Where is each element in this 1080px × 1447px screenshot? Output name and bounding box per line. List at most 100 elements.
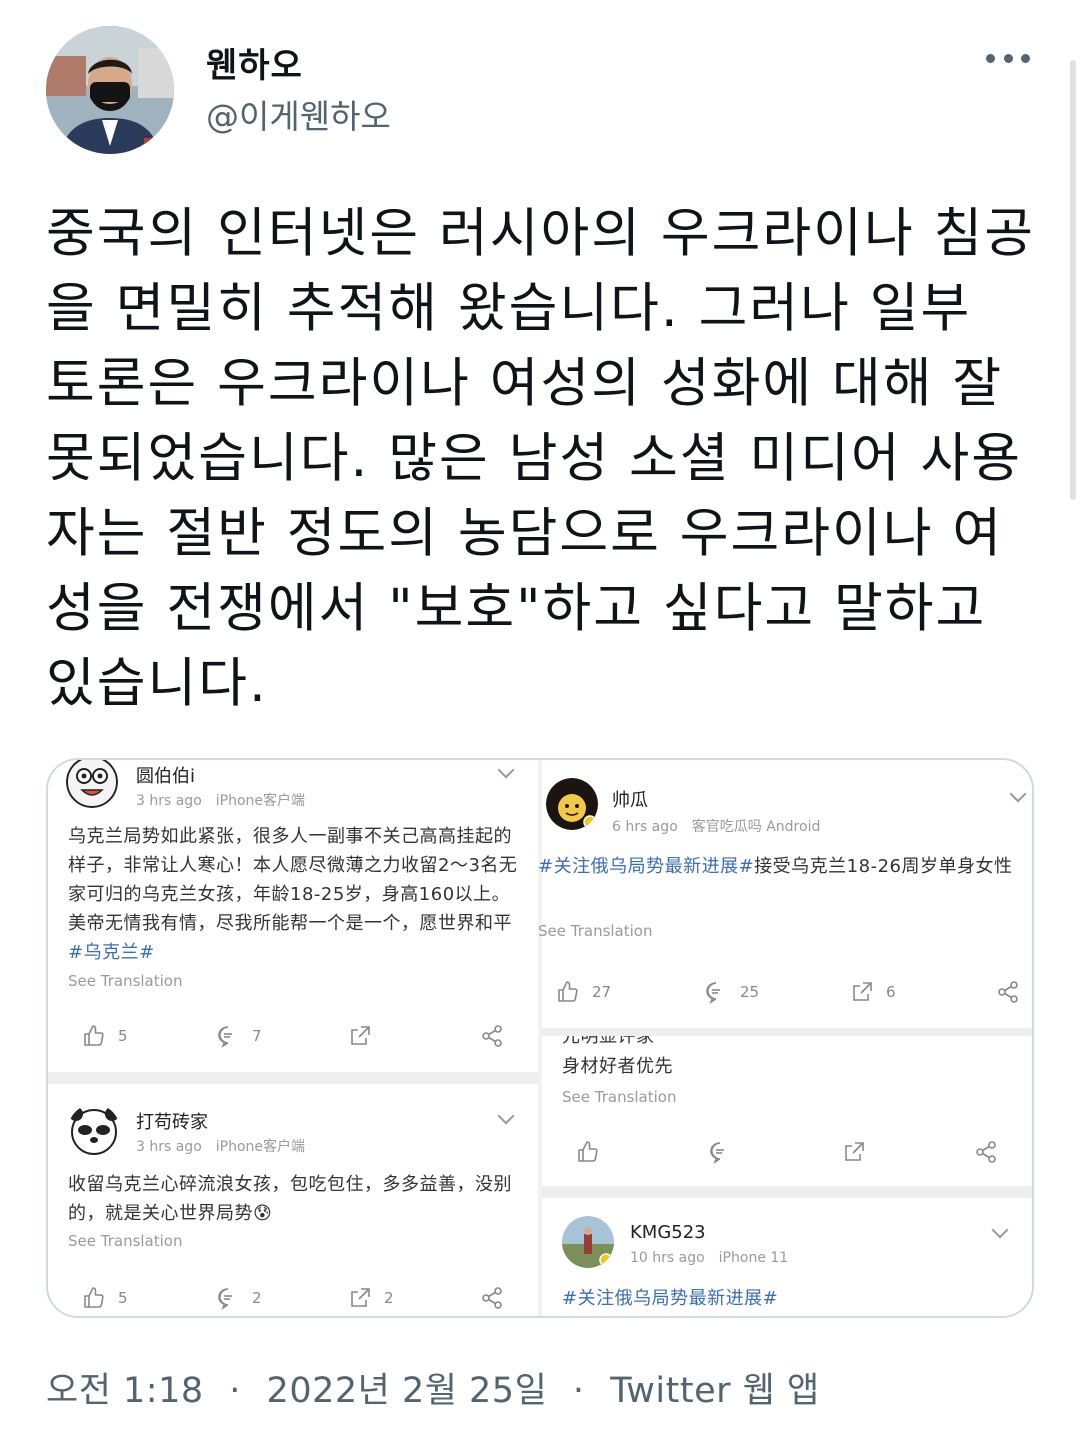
- comment-count: 7: [252, 1027, 262, 1045]
- post-meta: 3 hrs ago iPhone客户端: [136, 1136, 319, 1156]
- like-count: 27: [592, 983, 612, 1001]
- like-count: 5: [118, 1027, 128, 1045]
- comment-icon: [710, 1142, 724, 1164]
- post-meta: 10 hrs ago iPhone 11: [630, 1250, 802, 1266]
- user-avatar: [562, 1216, 614, 1268]
- repost-button: 6: [850, 980, 896, 1004]
- share-nodes-icon: [976, 1141, 996, 1163]
- post-body: #关注俄乌局势最新进展#接受乌克兰18-26周岁单身女性: [538, 852, 1032, 881]
- post-client: iPhone客户端: [215, 1139, 306, 1155]
- see-translation-link: See Translation: [562, 1088, 677, 1106]
- share-out-icon: [853, 982, 872, 1001]
- post-time: 10 hrs ago: [630, 1250, 705, 1266]
- chevron-down-icon: [497, 761, 515, 779]
- post-card: 元明显评家 身材好者优先 See Translation: [542, 1036, 1032, 1184]
- repost-button: [842, 1140, 866, 1164]
- tweet-text: 중국의 인터넷은 러시아의 우크라이나 침공을 면밀히 추적해 왔습니다. 그러…: [46, 203, 1036, 714]
- user-avatar: [546, 778, 598, 830]
- tweet-time[interactable]: 오전 1:18: [46, 1371, 204, 1411]
- share-button: [480, 1286, 504, 1310]
- see-translation-link: See Translation: [538, 922, 653, 940]
- post-body: 乌克兰局势如此紧张，很多人一副事不关己高高挂起的样子，非常让人寒心！本人愿尽微薄…: [68, 822, 526, 967]
- footer-separator: ·: [572, 1371, 585, 1411]
- repost-count: 2: [384, 1289, 394, 1307]
- user-name: 圆伯伯i: [136, 766, 196, 787]
- comment-count: 25: [740, 983, 760, 1001]
- comment-icon: [706, 982, 720, 1004]
- comment-button: 7: [216, 1024, 262, 1048]
- hashtag-link: #关注俄乌局势最新进展#: [538, 856, 755, 877]
- post-time: 3 hrs ago: [136, 793, 202, 809]
- user-name: 打苟砖家: [136, 1112, 208, 1133]
- hashtag-link: #关注俄乌局势最新进展#: [562, 1288, 779, 1309]
- author-name[interactable]: 웬하오: [206, 38, 303, 87]
- post-time: 6 hrs ago: [612, 819, 678, 835]
- hashtag-link: #乌克兰#: [68, 942, 155, 963]
- share-button: [480, 1024, 504, 1048]
- left-column: 圆伯伯i 3 hrs ago iPhone客户端 乌克兰局势如此紧张，很多人一副事…: [48, 760, 538, 1316]
- share-out-icon: [845, 1142, 864, 1161]
- user-name: KMG523: [630, 1222, 706, 1243]
- footer-separator: ·: [229, 1371, 241, 1411]
- see-translation-link: See Translation: [68, 972, 183, 990]
- post-separator: [542, 1186, 1032, 1198]
- like-button: [576, 1140, 600, 1164]
- post-card: 打苟砖家 3 hrs ago iPhone客户端 收留乌克兰心碎流浪女孩，包吃包住…: [48, 1086, 538, 1316]
- repost-button: 2: [348, 1286, 394, 1310]
- chevron-down-icon: [991, 1221, 1009, 1239]
- comment-button: 2: [216, 1286, 262, 1310]
- post-card: 帅瓜 6 hrs ago 客官吃瓜吗 Android #关注俄乌局势最新进展#接受…: [538, 760, 1032, 1028]
- post-text: 乌克兰局势如此紧张，很多人一副事不关己高高挂起的样子，非常让人寒心！本人愿尽微薄…: [68, 826, 518, 934]
- post-separator: [48, 1072, 538, 1084]
- share-out-icon: [351, 1288, 370, 1307]
- scrollbar[interactable]: [1070, 60, 1076, 500]
- thumbs-up-icon: [84, 1025, 104, 1046]
- repost-count: 6: [886, 983, 896, 1001]
- post-time: 3 hrs ago: [136, 1139, 202, 1155]
- share-out-icon: [351, 1026, 370, 1045]
- comment-icon: [218, 1288, 232, 1310]
- post-meta: 3 hrs ago iPhone客户端: [136, 790, 319, 810]
- chevron-down-icon: [497, 1107, 515, 1125]
- post-text: 收留乌克兰心碎流浪女孩，包吃包住，多多益善，没别的，就是关心世界局势😰: [68, 1174, 512, 1224]
- post-card: 圆伯伯i 3 hrs ago iPhone客户端 乌克兰局势如此紧张，很多人一副事…: [48, 760, 538, 1070]
- post-client: iPhone 11: [718, 1250, 789, 1266]
- repost-button: [348, 1024, 372, 1048]
- author-handle[interactable]: @이게웬하오: [206, 90, 391, 138]
- post-actions: [542, 1140, 1032, 1170]
- more-options-icon[interactable]: [986, 46, 1030, 70]
- user-name: 帅瓜: [612, 790, 648, 811]
- tweet-source[interactable]: Twitter 웹 앱: [610, 1371, 819, 1411]
- post-text: 接受乌克兰18-26周岁单身女性: [754, 856, 1013, 877]
- right-column: 帅瓜 6 hrs ago 客官吃瓜吗 Android #关注俄乌局势最新进展#接受…: [538, 760, 1032, 1316]
- thumbs-up-icon: [558, 981, 578, 1002]
- comment-button: [708, 1140, 732, 1164]
- cut-off-text: 元明显评家: [562, 1036, 655, 1047]
- author-avatar[interactable]: [46, 26, 174, 154]
- thumbs-up-icon: [84, 1287, 104, 1308]
- tweet-date[interactable]: 2022년 2월 25일: [267, 1371, 548, 1411]
- share-nodes-icon: [482, 1287, 502, 1309]
- post-client: iPhone客户端: [215, 793, 306, 809]
- post-actions: 27 25 6: [542, 980, 1032, 1010]
- post-meta: 6 hrs ago 客官吃瓜吗 Android: [612, 816, 834, 836]
- tweet-header: 웬하오 @이게웬하오: [46, 26, 1046, 156]
- comment-count: 2: [252, 1289, 262, 1307]
- tweet-image[interactable]: 圆伯伯i 3 hrs ago iPhone客户端 乌克兰局势如此紧张，很多人一副事…: [46, 758, 1034, 1318]
- user-avatar: [66, 760, 118, 808]
- share-nodes-icon: [482, 1025, 502, 1047]
- chevron-down-icon: [1009, 785, 1027, 803]
- comment-icon: [218, 1026, 232, 1048]
- post-actions: 5 7: [48, 1024, 538, 1054]
- share-button: [996, 980, 1020, 1004]
- user-avatar: [68, 1104, 120, 1156]
- post-text: 身材好者优先: [562, 1056, 673, 1077]
- post-actions: 5 2 2: [48, 1286, 538, 1316]
- like-count: 5: [118, 1289, 128, 1307]
- see-translation-link: See Translation: [68, 1232, 183, 1250]
- share-nodes-icon: [998, 981, 1018, 1003]
- comment-button: 25: [704, 980, 759, 1004]
- post-body: #关注俄乌局势最新进展#: [562, 1284, 1022, 1313]
- like-button: 5: [82, 1286, 128, 1310]
- post-client: 客官吃瓜吗 Android: [691, 819, 821, 835]
